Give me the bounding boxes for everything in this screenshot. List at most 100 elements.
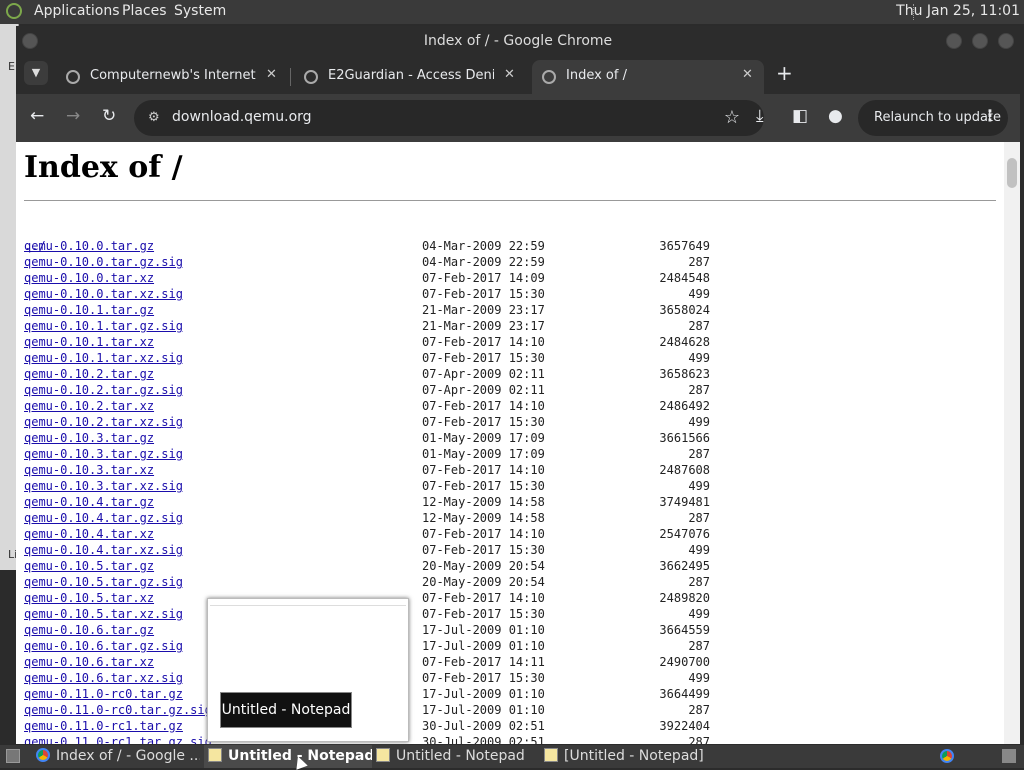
file-size: 287 (688, 319, 710, 333)
file-date: 07-Apr-2009 02:11 (422, 367, 545, 381)
file-link[interactable]: qemu-0.10.5.tar.gz (24, 558, 154, 574)
file-size: 2547076 (659, 527, 710, 541)
file-link[interactable]: qemu-0.11.0-rc0.tar.gz (24, 686, 183, 702)
places-menu[interactable]: Places (122, 3, 167, 19)
file-link[interactable]: qemu-0.10.0.tar.gz (24, 238, 154, 254)
file-link[interactable]: qemu-0.11.0-rc0.tar.gz.sig (24, 702, 212, 718)
notepad-icon (544, 748, 558, 762)
file-link[interactable]: qemu-0.10.3.tar.gz (24, 430, 154, 446)
window-titlebar[interactable]: Index of / - Google Chrome (16, 26, 1020, 56)
minimize-icon[interactable] (946, 33, 962, 49)
file-size: 499 (688, 351, 710, 365)
file-link[interactable]: qemu-0.10.1.tar.xz (24, 334, 154, 350)
tab-search-button[interactable]: ▼ (24, 61, 48, 85)
taskbar-task-notepad-3[interactable]: [Untitled - Notepad] (544, 745, 714, 768)
clock[interactable]: Thu Jan 25, 11:01 (896, 3, 1020, 19)
file-link[interactable]: qemu-0.11.0-rc1.tar.gz (24, 718, 183, 734)
back-icon[interactable]: ← (30, 106, 44, 126)
listing-row: qemu-0.11.0-rc1.tar.gz.sig 30-Jul-2009 02… (24, 734, 710, 744)
globe-icon (66, 70, 80, 84)
file-size: 3664499 (659, 687, 710, 701)
file-link[interactable]: qemu-0.10.5.tar.gz.sig (24, 574, 183, 590)
close-tab-icon[interactable]: ✕ (266, 67, 277, 82)
file-link[interactable]: qemu-0.10.3.tar.xz (24, 462, 154, 478)
taskbar-task-notepad-2[interactable]: Untitled - Notepad (376, 745, 540, 768)
close-tab-icon[interactable]: ✕ (504, 67, 515, 82)
file-link[interactable]: qemu-0.10.2.tar.xz.sig (24, 414, 183, 430)
file-link[interactable]: qemu-0.10.2.tar.xz (24, 398, 154, 414)
file-size: 3922404 (659, 719, 710, 733)
address-bar[interactable]: ⚙ download.qemu.org ☆ (134, 100, 764, 136)
close-tab-icon[interactable]: ✕ (742, 67, 753, 82)
show-desktop-button[interactable] (2, 745, 24, 768)
site-info-icon[interactable]: ⚙ (148, 110, 160, 125)
parent-row: ../ (24, 222, 82, 253)
close-window-icon[interactable] (998, 33, 1014, 49)
file-size: 2487608 (659, 463, 710, 477)
tray-chrome-button[interactable] (938, 745, 958, 768)
trash-button[interactable] (1000, 745, 1020, 768)
maximize-icon[interactable] (972, 33, 988, 49)
reload-icon[interactable]: ↻ (102, 106, 116, 126)
file-link[interactable]: qemu-0.10.2.tar.gz (24, 366, 154, 382)
listing-row: qemu-0.10.3.tar.gz 01-May-2009 17:09 36615… (24, 430, 710, 446)
tab-index-of[interactable]: Index of / ✕ (532, 60, 764, 94)
file-link[interactable]: qemu-0.10.0.tar.xz (24, 270, 154, 286)
tab-computernewb[interactable]: Computernewb's Internet Pu ✕ (56, 60, 288, 94)
file-size: 499 (688, 287, 710, 301)
tab-e2guardian[interactable]: E2Guardian - Access Denied ✕ (294, 60, 526, 94)
taskbar-task-chrome[interactable]: Index of / - Google ... (36, 745, 200, 768)
relaunch-button[interactable]: Relaunch to update ⋮ (858, 100, 1008, 136)
file-link[interactable]: qemu-0.10.1.tar.xz.sig (24, 350, 183, 366)
file-date: 21-Mar-2009 23:17 (422, 319, 545, 333)
file-date: 07-Feb-2017 14:10 (422, 399, 545, 413)
vertical-scrollbar[interactable] (1004, 142, 1020, 744)
file-link[interactable]: qemu-0.10.2.tar.gz.sig (24, 382, 183, 398)
more-menu-icon[interactable]: ⋮ (982, 106, 998, 125)
taskbar-tooltip: Untitled - Notepad (220, 692, 352, 728)
listing-row: qemu-0.11.0-rc0.tar.gz.sig 17-Jul-2009 01… (24, 702, 710, 718)
url-text[interactable]: download.qemu.org (172, 109, 312, 125)
file-link[interactable]: qemu-0.10.6.tar.gz (24, 622, 154, 638)
preview-menubar (210, 600, 406, 606)
file-link[interactable]: qemu-0.10.6.tar.xz (24, 654, 154, 670)
file-link[interactable]: qemu-0.10.4.tar.xz (24, 526, 154, 542)
task-label: [Untitled - Notepad] (564, 748, 704, 764)
file-link[interactable]: qemu-0.10.3.tar.gz.sig (24, 446, 183, 462)
applications-menu[interactable]: Applications (34, 3, 120, 19)
download-icon[interactable]: ⤓ (756, 106, 764, 126)
file-link[interactable]: qemu-0.10.6.tar.gz.sig (24, 638, 183, 654)
file-link[interactable]: qemu-0.10.0.tar.xz.sig (24, 286, 183, 302)
file-date: 01-May-2009 17:09 (422, 447, 545, 461)
file-link[interactable]: qemu-0.10.1.tar.gz.sig (24, 318, 183, 334)
new-tab-icon[interactable]: + (776, 61, 793, 85)
listing-row: qemu-0.10.2.tar.gz.sig 07-Apr-2009 02:11 2… (24, 382, 710, 398)
file-link[interactable]: qemu-0.10.6.tar.xz.sig (24, 670, 183, 686)
file-size: 2490700 (659, 655, 710, 669)
file-link[interactable]: qemu-0.10.4.tar.xz.sig (24, 542, 183, 558)
file-link[interactable]: qemu-0.10.4.tar.gz (24, 494, 154, 510)
file-link[interactable]: qemu-0.10.4.tar.gz.sig (24, 510, 183, 526)
file-link[interactable]: qemu-0.10.1.tar.gz (24, 302, 154, 318)
file-link[interactable]: qemu-0.11.0-rc1.tar.gz.sig (24, 734, 212, 744)
file-size: 287 (688, 703, 710, 717)
side-panel-icon[interactable]: ◧ (792, 106, 808, 126)
file-link[interactable]: qemu-0.10.5.tar.xz (24, 590, 154, 606)
distro-logo-icon[interactable] (6, 3, 22, 19)
file-date: 07-Feb-2017 15:30 (422, 543, 545, 557)
forward-icon[interactable]: → (66, 106, 80, 126)
file-date: 07-Feb-2017 15:30 (422, 415, 545, 429)
file-size: 287 (688, 255, 710, 269)
file-link[interactable]: qemu-0.10.3.tar.xz.sig (24, 478, 183, 494)
listing-row: qemu-0.10.0.tar.gz 04-Mar-2009 22:59 36576… (24, 238, 710, 254)
bookmark-star-icon[interactable]: ☆ (724, 107, 740, 128)
scrollbar-thumb[interactable] (1007, 158, 1017, 188)
file-date: 07-Feb-2017 15:30 (422, 351, 545, 365)
window-menu-icon[interactable] (22, 33, 38, 49)
file-link[interactable]: qemu-0.10.5.tar.xz.sig (24, 606, 183, 622)
file-size: 287 (688, 575, 710, 589)
system-menu[interactable]: System (174, 3, 226, 19)
taskbar-task-notepad-1[interactable]: Untitled - Notepad (204, 745, 372, 768)
profile-icon[interactable]: ● (828, 106, 843, 126)
file-link[interactable]: qemu-0.10.0.tar.gz.sig (24, 254, 183, 270)
